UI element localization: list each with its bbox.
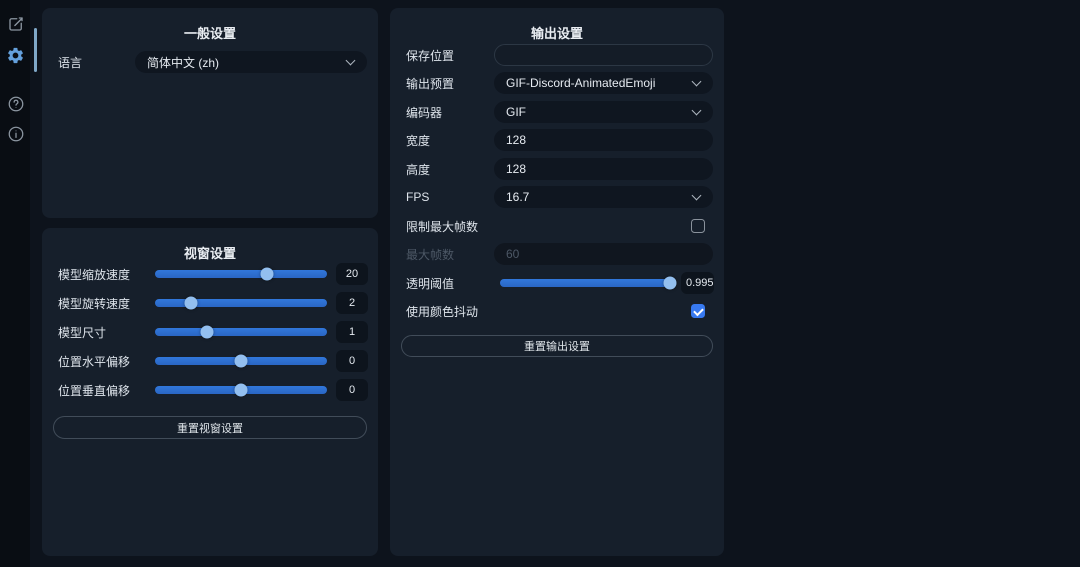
viewport-settings-panel: 视窗设置 模型缩放速度 20 模型旋转速度 2 模型尺寸 1 位置水平偏移 0 … bbox=[42, 228, 378, 556]
model-size-value[interactable]: 1 bbox=[336, 321, 368, 343]
output-preset-row: 输出预置 GIF-Discord-AnimatedEmoji bbox=[390, 72, 724, 94]
slider-row-model-size: 模型尺寸 1 bbox=[42, 321, 378, 343]
max-frames-value: 60 bbox=[506, 247, 520, 261]
reset-viewport-button[interactable]: 重置视窗设置 bbox=[53, 416, 367, 439]
slider-row-zoom-speed: 模型缩放速度 20 bbox=[42, 263, 378, 285]
save-location-input[interactable] bbox=[494, 44, 713, 66]
vertical-offset-value[interactable]: 0 bbox=[336, 379, 368, 401]
height-input[interactable]: 128 bbox=[494, 158, 713, 180]
max-frames-label: 最大帧数 bbox=[406, 247, 455, 262]
slider-thumb[interactable] bbox=[260, 267, 274, 281]
height-value: 128 bbox=[506, 162, 527, 176]
vertical-offset-slider[interactable] bbox=[155, 383, 327, 397]
horizontal-offset-slider[interactable] bbox=[155, 354, 327, 368]
width-label: 宽度 bbox=[406, 133, 431, 148]
max-frames-input: 60 bbox=[494, 243, 713, 265]
active-tab-indicator bbox=[34, 28, 37, 72]
chevron-down-icon bbox=[691, 105, 702, 116]
general-settings-panel: 一般设置 语言 简体中文 (zh) bbox=[42, 8, 378, 218]
height-label: 高度 bbox=[406, 162, 431, 177]
reset-output-button[interactable]: 重置输出设置 bbox=[401, 335, 713, 357]
slider-row-rotation-speed: 模型旋转速度 2 bbox=[42, 292, 378, 314]
zoom-speed-label: 模型缩放速度 bbox=[58, 267, 131, 282]
dither-label: 使用颜色抖动 bbox=[406, 304, 479, 319]
rotation-speed-slider[interactable] bbox=[155, 296, 327, 310]
model-size-label: 模型尺寸 bbox=[58, 325, 107, 340]
rotation-speed-label: 模型旋转速度 bbox=[58, 296, 131, 311]
chevron-down-icon bbox=[691, 76, 702, 87]
width-row: 宽度 128 bbox=[390, 129, 724, 151]
output-preset-value: GIF-Discord-AnimatedEmoji bbox=[506, 76, 656, 90]
output-preset-label: 输出预置 bbox=[406, 76, 455, 91]
fps-row: FPS 16.7 bbox=[390, 186, 724, 208]
dither-row: 使用颜色抖动 bbox=[390, 300, 724, 322]
encoder-label: 编码器 bbox=[406, 105, 443, 120]
language-select-value: 简体中文 (zh) bbox=[147, 55, 220, 70]
fps-select[interactable]: 16.7 bbox=[494, 186, 713, 208]
slider-thumb[interactable] bbox=[200, 325, 214, 339]
encoder-select[interactable]: GIF bbox=[494, 101, 713, 123]
chevron-down-icon bbox=[691, 190, 702, 201]
language-select[interactable]: 简体中文 (zh) bbox=[135, 51, 367, 73]
height-row: 高度 128 bbox=[390, 158, 724, 180]
slider-thumb[interactable] bbox=[184, 296, 198, 310]
width-input[interactable]: 128 bbox=[494, 129, 713, 151]
output-preset-select[interactable]: GIF-Discord-AnimatedEmoji bbox=[494, 72, 713, 94]
limit-frames-checkbox[interactable] bbox=[691, 219, 705, 233]
slider-thumb[interactable] bbox=[234, 354, 248, 368]
dither-checkbox[interactable] bbox=[691, 304, 705, 318]
output-settings-title: 输出设置 bbox=[530, 26, 583, 41]
general-settings-title: 一般设置 bbox=[183, 26, 236, 41]
alpha-threshold-row: 透明阈值 0.995 bbox=[390, 272, 724, 294]
save-location-label: 保存位置 bbox=[406, 48, 455, 63]
fps-label: FPS bbox=[406, 190, 430, 204]
output-settings-panel: 输出设置 保存位置 输出预置 GIF-Discord-AnimatedEmoji… bbox=[390, 8, 724, 556]
limit-frames-label: 限制最大帧数 bbox=[406, 219, 479, 234]
sidebar bbox=[0, 0, 30, 567]
info-icon[interactable] bbox=[6, 124, 25, 143]
horizontal-offset-value[interactable]: 0 bbox=[336, 350, 368, 372]
rotation-speed-value[interactable]: 2 bbox=[336, 292, 368, 314]
alpha-threshold-slider[interactable] bbox=[500, 276, 677, 290]
width-value: 128 bbox=[506, 133, 527, 147]
max-frames-row: 最大帧数 60 bbox=[390, 243, 724, 265]
vertical-offset-label: 位置垂直偏移 bbox=[58, 383, 131, 398]
model-size-slider[interactable] bbox=[155, 325, 327, 339]
settings-gear-icon[interactable] bbox=[6, 46, 25, 65]
fps-value: 16.7 bbox=[506, 190, 530, 204]
chevron-down-icon bbox=[345, 55, 356, 66]
encoder-row: 编码器 GIF bbox=[390, 101, 724, 123]
slider-thumb[interactable] bbox=[663, 276, 677, 290]
limit-frames-row: 限制最大帧数 bbox=[390, 215, 724, 237]
edit-icon[interactable] bbox=[6, 14, 25, 33]
viewport-settings-title: 视窗设置 bbox=[183, 246, 236, 261]
slider-thumb[interactable] bbox=[234, 383, 248, 397]
alpha-threshold-value[interactable]: 0.995 bbox=[681, 272, 714, 294]
horizontal-offset-label: 位置水平偏移 bbox=[58, 354, 131, 369]
alpha-threshold-label: 透明阈值 bbox=[406, 276, 455, 291]
help-icon[interactable] bbox=[6, 94, 25, 113]
language-label: 语言 bbox=[58, 55, 83, 70]
save-location-row: 保存位置 bbox=[390, 44, 724, 66]
zoom-speed-slider[interactable] bbox=[155, 267, 327, 281]
slider-row-vertical-offset: 位置垂直偏移 0 bbox=[42, 379, 378, 401]
slider-row-horizontal-offset: 位置水平偏移 0 bbox=[42, 350, 378, 372]
encoder-value: GIF bbox=[506, 105, 526, 119]
zoom-speed-value[interactable]: 20 bbox=[336, 263, 368, 285]
